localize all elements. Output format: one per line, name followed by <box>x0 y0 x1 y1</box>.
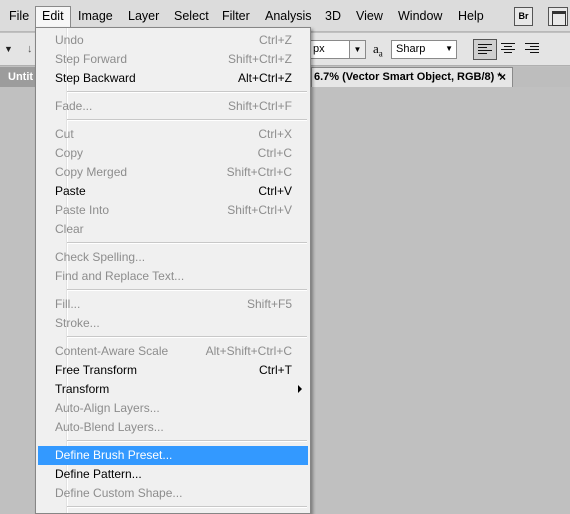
document-tab-active[interactable]: 6.7% (Vector Smart Object, RGB/8) * × <box>311 67 513 87</box>
menu-item-define-brush-preset[interactable]: Define Brush Preset... <box>38 446 308 465</box>
menu-item-fill[interactable]: Fill... Shift+F5 <box>38 295 308 314</box>
menu-item-free-transform[interactable]: Free Transform Ctrl+T <box>38 361 308 380</box>
align-right-icon <box>525 43 539 53</box>
menu-item-find-replace[interactable]: Find and Replace Text... <box>38 267 308 286</box>
document-tab-untitled[interactable]: Untit <box>0 67 36 87</box>
anti-alias-value: Sharp <box>396 43 426 55</box>
close-icon[interactable]: × <box>499 68 506 86</box>
menu-separator <box>67 289 307 291</box>
menu-separator <box>67 242 307 244</box>
menu-3d[interactable]: 3D <box>319 6 347 27</box>
align-center-button[interactable] <box>497 39 521 60</box>
menu-item-auto-align-layers[interactable]: Auto-Align Layers... <box>38 399 308 418</box>
menu-filter[interactable]: Filter <box>216 6 256 27</box>
menu-item-undo[interactable]: Undo Ctrl+Z <box>38 31 308 50</box>
align-center-icon <box>501 43 515 53</box>
menu-item-define-pattern[interactable]: Define Pattern... <box>38 465 308 484</box>
menu-item-check-spelling[interactable]: Check Spelling... <box>38 248 308 267</box>
menu-item-step-backward[interactable]: Step Backward Alt+Ctrl+Z <box>38 69 308 88</box>
menu-analysis[interactable]: Analysis <box>259 6 318 27</box>
anti-alias-select[interactable]: Sharp ▼ <box>391 40 457 59</box>
chevron-down-icon: ▼ <box>445 44 453 53</box>
menu-item-copy[interactable]: Copy Ctrl+C <box>38 144 308 163</box>
submenu-arrow-icon <box>298 385 302 393</box>
menu-item-auto-blend-layers[interactable]: Auto-Blend Layers... <box>38 418 308 437</box>
arrange-documents-icon[interactable] <box>548 7 568 26</box>
bridge-button[interactable]: Br <box>514 7 533 26</box>
align-left-button[interactable] <box>473 39 497 60</box>
align-right-button[interactable] <box>521 39 545 60</box>
menu-edit[interactable]: Edit <box>35 6 71 27</box>
menu-file[interactable]: File <box>3 6 35 27</box>
menu-layer[interactable]: Layer <box>122 6 165 27</box>
menu-item-paste[interactable]: Paste Ctrl+V <box>38 182 308 201</box>
menu-item-transform[interactable]: Transform <box>38 380 308 399</box>
font-size-field[interactable]: px ▼ <box>308 40 366 59</box>
menu-item-fade[interactable]: Fade... Shift+Ctrl+F <box>38 97 308 116</box>
orientation-icon[interactable]: ↓ <box>27 43 33 55</box>
menu-separator <box>67 119 307 121</box>
menu-item-clear[interactable]: Clear <box>38 220 308 239</box>
menu-item-step-forward[interactable]: Step Forward Shift+Ctrl+Z <box>38 50 308 69</box>
edit-menu-dropdown: Undo Ctrl+Z Step Forward Shift+Ctrl+Z Step… <box>35 27 311 514</box>
menu-view[interactable]: View <box>350 6 389 27</box>
menu-separator <box>67 506 307 508</box>
menu-image[interactable]: Image <box>72 6 119 27</box>
menu-item-copy-merged[interactable]: Copy Merged Shift+Ctrl+C <box>38 163 308 182</box>
menu-separator <box>67 440 307 442</box>
menu-separator <box>67 336 307 338</box>
menu-select[interactable]: Select <box>168 6 215 27</box>
menu-window[interactable]: Window <box>392 6 448 27</box>
menu-item-content-aware-scale[interactable]: Content-Aware Scale Alt+Shift+Ctrl+C <box>38 342 308 361</box>
menu-item-define-custom-shape[interactable]: Define Custom Shape... <box>38 484 308 503</box>
menu-item-cut[interactable]: Cut Ctrl+X <box>38 125 308 144</box>
menu-separator <box>67 91 307 93</box>
align-left-icon <box>478 44 492 54</box>
chevron-down-icon[interactable]: ▼ <box>349 41 365 58</box>
anti-alias-icon: aa <box>373 41 383 59</box>
menu-item-paste-into[interactable]: Paste Into Shift+Ctrl+V <box>38 201 308 220</box>
menu-item-stroke[interactable]: Stroke... <box>38 314 308 333</box>
tool-preset-arrow-icon[interactable]: ▼ <box>4 44 13 54</box>
menu-help[interactable]: Help <box>452 6 490 27</box>
document-tab-label: 6.7% (Vector Smart Object, RGB/8) * <box>314 71 502 83</box>
font-size-unit: px <box>313 43 325 55</box>
